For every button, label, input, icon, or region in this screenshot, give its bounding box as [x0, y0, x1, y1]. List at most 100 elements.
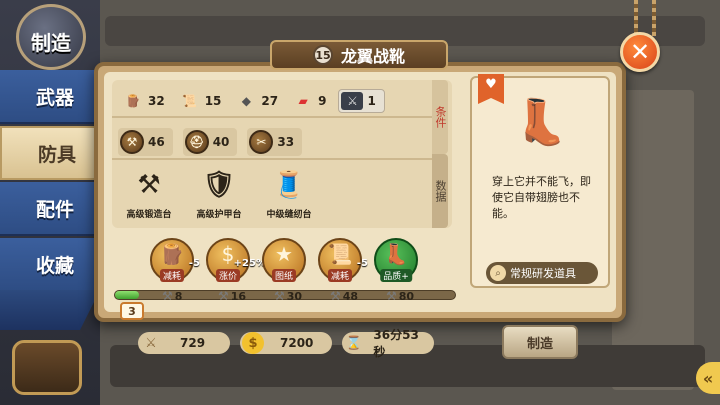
station-intermediate-sewing: 🧵 中级缝纫台: [252, 165, 326, 220]
gold-stat: $ 7200: [240, 332, 332, 354]
item-description: 穿上它并不能飞，即使它自带翅膀也不能。: [492, 175, 591, 220]
hourglass-icon: ⌛: [345, 335, 362, 351]
skill-count: 40: [212, 135, 230, 149]
tab-accessories[interactable]: 配件: [0, 182, 100, 236]
milestone-effect[interactable]: $ +25% 涨价: [206, 238, 266, 282]
station-label: 高级锻造台: [126, 210, 172, 220]
materials-row: 🪵 32 📜 15 ◆ 27 ▰ 9 ⚔ 1: [122, 89, 385, 113]
tab-conditions[interactable]: 条件: [432, 80, 448, 154]
hammer-icon: ⚒: [218, 289, 229, 303]
side-tab-list: 武器 防具 配件 收藏: [0, 70, 108, 294]
hammer-value: 8: [174, 289, 183, 303]
item-source-button[interactable]: ⌕ 常规研发道具: [486, 262, 598, 284]
hammer-icon: ⚒: [274, 289, 285, 303]
hammer-value: 16: [230, 289, 247, 303]
hammer-icon: ⚒: [162, 289, 173, 303]
power-value: 729: [180, 336, 206, 350]
effect-label: 图纸: [271, 269, 297, 282]
rope-left: [634, 0, 638, 36]
material-count: 27: [261, 94, 279, 108]
material-count: 1: [367, 94, 376, 108]
sewing-station-icon: 🧵: [272, 170, 306, 200]
skill-count: 33: [277, 135, 295, 149]
hammer-threshold: ⚒ 30: [274, 289, 302, 303]
craft-button[interactable]: 制造: [502, 325, 578, 359]
effect-value: -5: [188, 258, 200, 269]
effect-label: 减耗: [159, 269, 185, 282]
material-item: ⚔ 1: [338, 89, 385, 113]
tab-data[interactable]: 数据: [432, 154, 448, 228]
rope-right: [652, 0, 656, 36]
hammer-icon: ⚒: [330, 289, 341, 303]
skill-item: ⚒ 46: [118, 128, 173, 156]
hammer-icon: ⚒: [386, 289, 397, 303]
milestone-effect[interactable]: ★ 图纸: [262, 238, 306, 282]
sword-icon: ⚔: [145, 335, 157, 351]
item-description-card: ♥ 👢 穿上它并不能飞，即使它自带翅膀也不能。 ⌕ 常规研发道具: [470, 74, 610, 288]
divider: [112, 158, 432, 160]
ore-icon: ◆: [241, 94, 252, 108]
divider: [112, 116, 432, 118]
helmet-button[interactable]: [12, 340, 82, 395]
skills-row: ⚒ 46 ⛑ 40 ✂ 33: [118, 128, 303, 156]
dragon-boots-icon: 👢: [513, 97, 569, 148]
tab-collection[interactable]: 收藏: [0, 238, 100, 292]
boots-icon: 👢: [383, 242, 409, 266]
gold-value: 7200: [280, 336, 314, 350]
power-stat: ⚔ 729: [138, 332, 230, 354]
milestone-effect[interactable]: 👢 品质+: [374, 238, 418, 282]
craft-level-badge: 3: [120, 302, 144, 320]
effect-label: 品质+: [380, 269, 412, 282]
ruby-icon: ▰: [298, 94, 308, 108]
search-icon: ⌕: [490, 265, 506, 281]
hammer-value: 48: [342, 289, 359, 303]
hammer-threshold: ⚒ 16: [218, 289, 246, 303]
hammer-threshold: ⚒ 80: [386, 289, 414, 303]
tab-armor[interactable]: 防具: [0, 126, 108, 180]
hammer-value: 80: [398, 289, 415, 303]
time-value: 36分53秒: [373, 328, 419, 359]
material-item: ◆ 27: [235, 92, 278, 110]
material-count: 9: [318, 94, 327, 108]
effect-label: 减耗: [327, 269, 353, 282]
item-name: 龙翼战靴: [340, 47, 405, 66]
coin-icon: $: [242, 332, 264, 354]
wood-icon: 🪵: [125, 94, 141, 108]
dragon-fang-icon: ⚔: [341, 92, 364, 110]
milestone-effect[interactable]: 🪵 -5 减耗: [150, 238, 200, 282]
item-source-label: 常规研发道具: [510, 267, 576, 280]
close-button[interactable]: ✕: [620, 32, 660, 72]
armor-station-icon: 🛡: [202, 170, 236, 200]
side-label-tabs: 条件 数据: [432, 80, 452, 228]
tab-weapons[interactable]: 武器: [0, 70, 100, 124]
hammer-threshold: ⚒ 48: [330, 289, 358, 303]
material-count: 32: [148, 94, 165, 108]
material-item: 🪵 32: [122, 92, 165, 110]
category-badge-label: 制造: [31, 31, 71, 55]
favorite-heart-icon[interactable]: ♥: [478, 74, 504, 104]
milestone-effect[interactable]: 📜 -5 减耗: [318, 238, 368, 282]
skill-item: ⛑ 40: [182, 128, 238, 156]
forge-station-icon: ⚒: [137, 170, 161, 200]
scroll-icon: 📜: [182, 94, 198, 108]
time-stat: ⌛ 36分53秒: [342, 328, 434, 359]
effect-value: -5: [356, 258, 368, 269]
hammer-threshold: ⚒ 8: [162, 289, 182, 303]
skill-item: ✂ 33: [247, 128, 303, 156]
anvil-skill-icon: ⚒: [120, 130, 144, 154]
hammer-value: 30: [286, 289, 303, 303]
material-count: 15: [204, 94, 222, 108]
item-title-banner: 15 龙翼战靴: [270, 40, 448, 70]
blueprint-icon: ★: [275, 242, 293, 266]
craft-category-badge: 制造: [16, 4, 86, 70]
station-label: 高级护甲台: [196, 210, 242, 220]
scroll-icon: 📜: [327, 242, 353, 266]
station-label: 中级缝纫台: [266, 210, 312, 220]
station-advanced-forge: ⚒ 高级锻造台: [112, 165, 186, 220]
wood-icon: 🪵: [159, 242, 185, 266]
item-level-badge: 15: [312, 45, 333, 65]
material-item: 📜 15: [179, 92, 222, 110]
skill-count: 46: [148, 135, 165, 149]
chevron-left-icon[interactable]: «: [696, 362, 720, 394]
station-advanced-armor: 🛡 高级护甲台: [182, 165, 256, 220]
